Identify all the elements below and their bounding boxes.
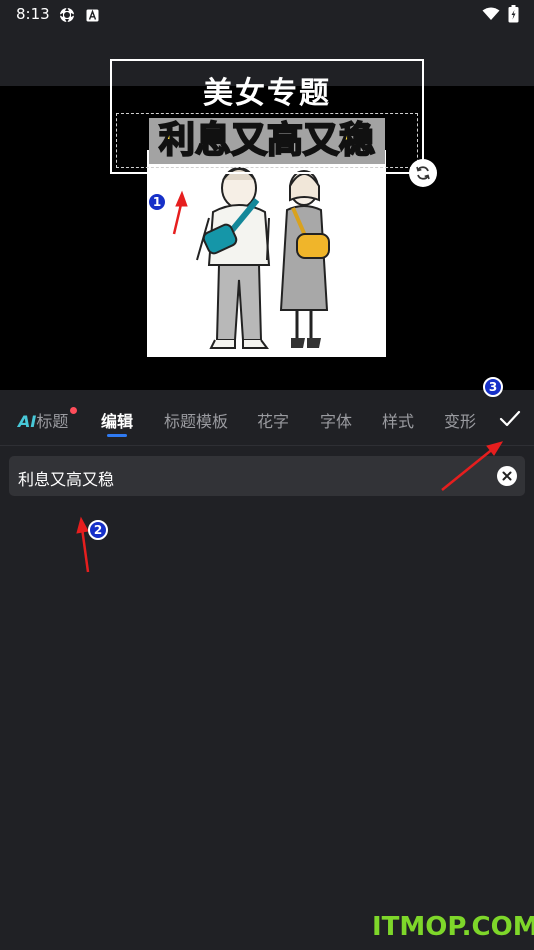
settings-icon [58,6,76,28]
tab-ai-title[interactable]: AI标题 [18,408,68,432]
checkmark-icon [499,410,521,427]
close-icon [502,471,512,481]
active-tab-indicator [107,434,127,437]
illustration-couple [196,167,330,349]
watermark: ITMOP.COM [372,912,534,942]
rotate-icon [416,166,430,180]
ai-notification-dot [70,407,77,414]
edit-tabs: AI标题 编辑 标题模板 花字 字体 样式 变形 [0,390,534,446]
tab-ai-title-label: 标题 [36,412,69,431]
confirm-button[interactable] [493,402,527,436]
annotation-badge-1: 1 [147,192,167,212]
wifi-icon [482,6,500,25]
tab-edit[interactable]: 编辑 [101,408,133,432]
rotate-handle[interactable] [409,159,437,187]
battery-icon [508,5,519,27]
ai-prefix: AI [18,412,37,431]
status-time: 8:13 [16,5,50,23]
preview-image [147,150,386,357]
tab-style[interactable]: 样式 [382,408,414,432]
annotation-badge-2: 2 [88,520,108,540]
title-selection-frame[interactable] [110,59,424,174]
tab-fancy-text[interactable]: 花字 [257,408,289,432]
tab-font[interactable]: 字体 [320,408,352,432]
annotation-badge-3: 3 [483,377,503,397]
status-bar: 8:13 [0,0,534,28]
arrow-2 [76,516,90,573]
title-text-input[interactable]: 利息又高又稳 [9,456,525,496]
clear-text-button[interactable] [497,466,517,486]
a-icon [86,7,99,26]
title-text-value[interactable]: 利息又高又稳 [18,466,114,490]
tab-transform[interactable]: 变形 [444,408,476,432]
tab-title-template[interactable]: 标题模板 [164,408,228,432]
